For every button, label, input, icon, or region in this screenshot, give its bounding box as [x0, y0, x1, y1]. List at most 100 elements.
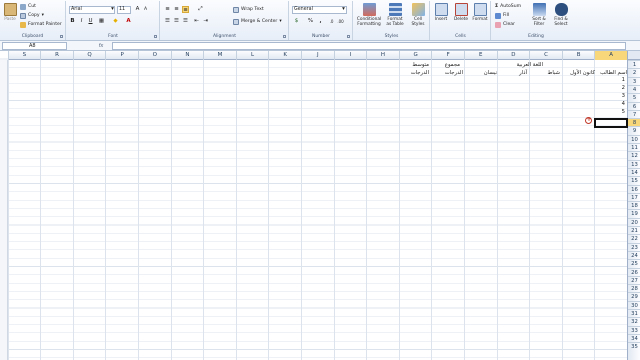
cell-c2[interactable]: شباط — [547, 70, 560, 76]
fill-color-icon[interactable]: ◆ — [112, 18, 119, 25]
name-box[interactable]: A8 — [2, 42, 67, 50]
active-cell-a8[interactable] — [594, 118, 628, 128]
insert-cells-button[interactable]: Insert — [432, 3, 450, 33]
comma-style-button[interactable]: , — [317, 18, 324, 25]
column-header-j[interactable]: J — [301, 51, 334, 60]
row-header-29[interactable]: 29 — [628, 292, 640, 300]
formula-input[interactable] — [112, 42, 626, 50]
format-painter-button[interactable]: Format Painter — [20, 21, 62, 28]
align-top-icon[interactable]: ≡ — [164, 6, 171, 13]
merge-dropdown-chevron-icon[interactable]: ▾ — [279, 19, 281, 24]
row-header-31[interactable]: 31 — [628, 309, 640, 317]
fill-button[interactable]: Fill — [495, 12, 509, 19]
decrease-indent-icon[interactable]: ⇤ — [193, 18, 200, 25]
font-name-dropdown-chevron-icon[interactable]: ▾ — [109, 6, 116, 13]
grow-font-icon[interactable]: A — [134, 6, 141, 13]
row-header-4[interactable]: 4 — [628, 84, 640, 93]
font-size-select[interactable]: 11 — [117, 6, 131, 14]
column-header-n[interactable]: N — [170, 51, 204, 60]
column-header-q[interactable]: Q — [72, 51, 106, 60]
copy-button[interactable]: Copy ▾ — [20, 12, 44, 19]
column-header-o[interactable]: O — [138, 51, 171, 60]
row-header-21[interactable]: 21 — [628, 226, 640, 234]
row-header-22[interactable]: 22 — [628, 234, 640, 242]
format-cells-button[interactable]: Format — [471, 3, 489, 33]
find-select-button[interactable]: Find & Select — [550, 3, 572, 33]
cell-g1[interactable]: متوسط — [412, 62, 429, 68]
italic-icon[interactable]: I — [78, 18, 85, 25]
format-as-table-button[interactable]: Format as Table — [385, 3, 405, 33]
merge-center-button[interactable]: Merge & Center ▾ — [233, 18, 282, 25]
row-header-33[interactable]: 33 — [628, 325, 640, 334]
cell-a5[interactable]: 3 — [622, 93, 625, 99]
percent-style-button[interactable]: % — [307, 18, 314, 25]
cell-a4[interactable]: 2 — [622, 85, 625, 91]
align-right-icon[interactable]: ☰ — [182, 18, 189, 25]
orientation-icon[interactable]: ⤢ — [197, 6, 204, 13]
font-color-icon[interactable]: A — [125, 18, 132, 25]
insert-function-icon[interactable]: fx — [92, 42, 110, 50]
worksheet-grid[interactable]: ABCDEFGHIJKLMNOPQRS 1 2 3 4 5 6 7 8 9 10 11 12 13 14 1… — [0, 51, 640, 360]
cell-a7[interactable]: 5 — [622, 109, 625, 115]
row-header-30[interactable]: 30 — [628, 300, 640, 309]
align-center-icon[interactable]: ☰ — [173, 18, 180, 25]
row-header-34[interactable]: 34 — [628, 333, 640, 342]
row-header-3[interactable]: 3 — [628, 76, 640, 85]
row-header-2[interactable]: 2 — [628, 68, 640, 76]
column-header-b[interactable]: B — [561, 51, 595, 60]
select-all-corner[interactable] — [627, 51, 640, 60]
row-header-28[interactable]: 28 — [628, 284, 640, 292]
cut-button[interactable]: Cut — [20, 3, 36, 10]
row-header-8[interactable]: 8 — [628, 118, 640, 127]
column-header-d[interactable]: D — [496, 51, 530, 60]
row-header-17[interactable]: 17 — [628, 192, 640, 201]
column-header-m[interactable]: M — [203, 51, 236, 60]
row-header-26[interactable]: 26 — [628, 267, 640, 276]
increase-indent-icon[interactable]: ⇥ — [202, 18, 209, 25]
row-header-12[interactable]: 12 — [628, 151, 640, 159]
paste-button[interactable]: Paste — [2, 3, 18, 33]
sort-filter-button[interactable]: Sort & Filter — [529, 3, 549, 33]
number-format-chevron-icon[interactable]: ▾ — [340, 6, 347, 13]
column-header-e[interactable]: E — [464, 51, 497, 60]
bold-icon[interactable]: B — [69, 18, 76, 25]
cell-g2[interactable]: الدرجات — [411, 70, 429, 76]
font-dialog-launcher-icon[interactable] — [154, 35, 157, 38]
row-header-6[interactable]: 6 — [628, 101, 640, 110]
column-header-k[interactable]: K — [268, 51, 301, 60]
increase-decimal-icon[interactable]: .0 — [328, 18, 335, 25]
row-header-1[interactable]: 1 — [628, 60, 640, 68]
row-header-14[interactable]: 14 — [628, 167, 640, 176]
align-middle-icon[interactable]: ≡ — [173, 6, 180, 13]
cell-d2[interactable]: آذار — [519, 70, 527, 76]
column-header-c[interactable]: C — [529, 51, 562, 60]
cell-f1[interactable]: مجموع — [445, 62, 460, 68]
alignment-dialog-launcher-icon[interactable] — [283, 35, 286, 38]
column-header-p[interactable]: P — [105, 51, 138, 60]
row-header-27[interactable]: 27 — [628, 275, 640, 284]
cell-styles-button[interactable]: Cell Styles — [408, 3, 428, 33]
cell-a2[interactable]: اسم الطالب — [600, 70, 627, 76]
cell-e2[interactable]: نيسان — [484, 70, 497, 76]
cell-b2[interactable]: كانون الأول — [570, 70, 595, 76]
borders-icon[interactable]: ▦ — [98, 18, 105, 25]
row-header-10[interactable]: 10 — [628, 134, 640, 143]
column-header-s[interactable]: S — [7, 51, 41, 60]
align-left-icon[interactable]: ☰ — [164, 18, 171, 25]
cell-a6[interactable]: 4 — [622, 101, 625, 107]
row-header-11[interactable]: 11 — [628, 143, 640, 151]
number-dialog-launcher-icon[interactable] — [347, 35, 350, 38]
row-header-18[interactable]: 18 — [628, 201, 640, 209]
conditional-formatting-button[interactable]: Conditional Formatting — [355, 3, 383, 33]
column-header-r[interactable]: R — [40, 51, 73, 60]
clipboard-dialog-launcher-icon[interactable] — [60, 35, 63, 38]
row-header-7[interactable]: 7 — [628, 109, 640, 118]
row-header-5[interactable]: 5 — [628, 93, 640, 101]
row-header-32[interactable]: 32 — [628, 317, 640, 325]
cell-f2[interactable]: الدرجات — [445, 70, 463, 76]
row-header-9[interactable]: 9 — [628, 126, 640, 134]
row-header-25[interactable]: 25 — [628, 259, 640, 267]
row-header-15[interactable]: 15 — [628, 176, 640, 184]
row-header-19[interactable]: 19 — [628, 209, 640, 217]
row-header-35[interactable]: 35 — [628, 342, 640, 350]
